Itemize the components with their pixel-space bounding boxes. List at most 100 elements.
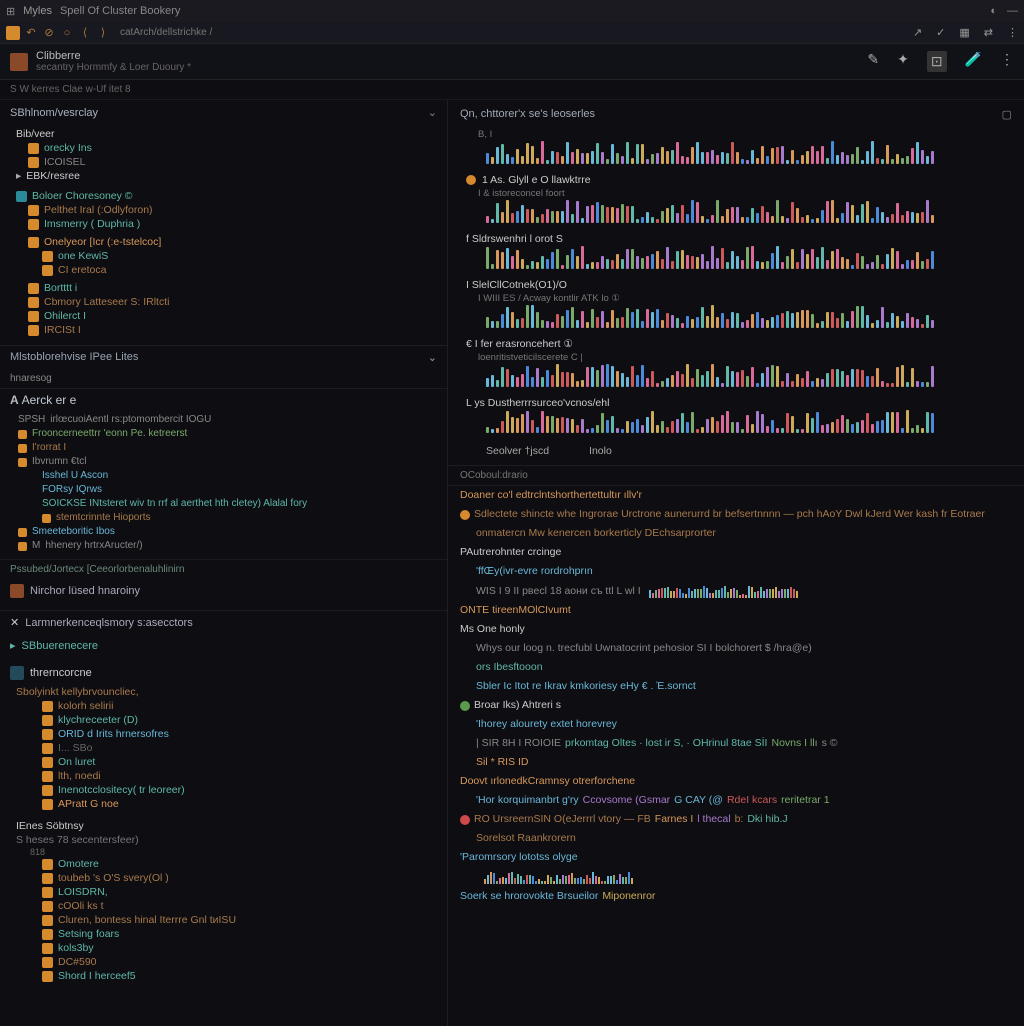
tree-item[interactable]: LOISDRN, [16,885,437,899]
code-line[interactable]: Frooncerneettrr 'eonn Pe. ketreerst [18,427,437,441]
tree-item[interactable]: cOOli ks t [16,899,437,913]
branch-root[interactable]: Sbolyinkt kellybrvouncliec, [16,685,437,699]
circle-icon[interactable]: ○ [60,27,74,39]
code-line[interactable]: I'rorrat I [18,441,437,455]
terminal-line: 'Paromrsory lototss olyge [448,848,1024,867]
tree-item[interactable]: Inenotcclositecy( tr leoreer) [16,783,437,797]
project-tree-header[interactable]: SBhlnom/vesrclay ⌄ [0,100,447,125]
code-line[interactable]: Smeeteboritic Ibos [18,525,437,539]
tree-item[interactable]: Bortttt i [16,281,437,295]
solver-button[interactable]: Seolver †jscd [486,445,549,457]
close-icon[interactable]: ▢ [1002,108,1012,121]
tree-item[interactable]: klychreceeter (D) [16,713,437,727]
tree-item[interactable]: Omotere [16,857,437,871]
code-line[interactable]: stemtcrinnte Hioports [18,511,437,525]
tree-item[interactable]: IRCISt I [16,323,437,337]
tree-item[interactable]: Pelthet Iral (:Odlyforon) [16,203,437,217]
code-line[interactable]: Isshel U Ascon [18,469,437,483]
tree-item[interactable]: toubeb 's O'S svery(Ol ) [16,871,437,885]
tree-item[interactable]: APratt G noe [16,797,437,811]
sparkline [448,306,1024,334]
tree-item[interactable]: kolorh selirii [16,699,437,713]
tree-item[interactable]: Ohilerct I [16,309,437,323]
sparkline [448,247,1024,275]
sparkle-icon[interactable]: ✦ [897,51,909,72]
globe-icon[interactable]: ⊘ [42,26,56,39]
project-icon[interactable] [6,26,20,40]
minimize-icon[interactable]: — [1007,5,1018,17]
user-avatar[interactable] [10,53,28,71]
terminal-line: Broar Iks) Ahtreri s [448,696,1024,715]
tree-item[interactable]: I... SBo [16,741,437,755]
terminal-line: Sorelsot Raankrorern [448,829,1024,848]
tree-item[interactable]: Cbmory Latteseer S: IRltcti [16,295,437,309]
tree-item[interactable]: Imsmerry ( Duphria ) [16,217,437,231]
breadcrumb[interactable]: S W kerres Clae w-Uf itet 8 [0,80,1024,100]
terminal-line: Sil * RIS ID [448,753,1024,772]
sub-header-3[interactable]: ▸ SBbuerenecere [0,634,447,657]
brace-icon[interactable]: ⟨ [78,26,92,39]
tree-item[interactable]: orecky Ins [16,141,437,155]
tree-item[interactable]: kols3by [16,941,437,955]
inolo-button[interactable]: Inolo [589,445,612,457]
group2-head[interactable]: Onelyeor [Icr (:e-tstelcoc] [16,235,437,249]
sub-header-2[interactable]: ✕Larmnerkenceqlsmory s:asecctors [0,611,447,634]
tree-item[interactable]: one KewiS [16,249,437,263]
chevron-down-icon[interactable]: ⌄ [428,106,437,119]
tree-item[interactable]: CI eretoca [16,263,437,277]
beaker-icon[interactable]: 🧪 [965,51,982,72]
layout-icon[interactable]: ⊡ [927,51,947,72]
status-dot-icon [466,175,476,185]
file-icon [42,701,53,712]
chart-label[interactable]: I SlelCllCotnek(O1)/O [448,275,1024,293]
mini-sparkline [484,870,633,884]
edit-icon[interactable]: ✎ [867,51,879,72]
tree-item[interactable]: ORID d Irits hrnersofres [16,727,437,741]
tree-item[interactable]: On luret [16,755,437,769]
ears-sub: S heses 78 secentersfeer) [16,833,437,847]
folder-icon [28,237,39,248]
chevron-down-icon[interactable]: ⌄ [428,351,437,364]
code-line[interactable]: Mhhenery hrtrxAructer/) [18,539,437,553]
tree-item[interactable]: Shord I herceef5 [16,969,437,983]
root-node[interactable]: Bib/veer [16,127,437,141]
tree-item[interactable]: DC#590 [16,955,437,969]
file-icon [42,743,53,754]
paren-icon[interactable]: ⟩ [96,26,110,39]
terminal-line: 'Hor korquimanbrt g'ryCcovsome (GsmarG C… [448,791,1024,810]
sub-header-1[interactable]: Nirchor lüsed hnaroiny [0,579,447,603]
more-icon[interactable]: ⋮ [1000,51,1014,72]
terminal-line: ONTE tireenMOlCIvumt [448,601,1024,620]
ebk-node[interactable]: ▸ EBK/resree [16,169,437,183]
tree-item[interactable]: lth, noedi [16,769,437,783]
code-line[interactable]: FORsy IQrws [18,483,437,497]
code-line[interactable]: SOICKSE INtsteret wiv tn rrf al aerthet … [18,497,437,511]
group1-head[interactable]: Boloer Choresoney © [16,189,437,203]
terminal-line: 'Ihorey alourety extet horevrey [448,715,1024,734]
chart-button-row: Seolver †jscd Inolo [448,439,1024,466]
bullet-icon [18,528,27,537]
tree-item[interactable]: Cluren, bontess hinal Iterrre Gnl tиISU [16,913,437,927]
chart-label[interactable]: 1 As. Glyll e O llawktrre [448,170,1024,188]
file-icon [42,265,53,276]
branch-header[interactable]: threrncorcne [0,661,447,685]
tree-item[interactable]: ICOISEL [16,155,437,169]
terminal-line: PAutrerohnter crcinge [448,543,1024,562]
terminal-line: Sbler Ic Itot re Ikrav kmkoriesy eHy € .… [448,677,1024,696]
ears-head[interactable]: IEnes Söbtnsy [16,819,437,833]
tool-icon-2[interactable]: ✓ [936,26,945,39]
bullet-icon [18,458,27,467]
chart-label[interactable]: € I fer erasroncehert ① [448,334,1024,352]
code-line[interactable]: SPSHirlœcuoiAentl rs:ptomombercit IOGU [18,413,437,427]
chart-label[interactable]: L ys Dustherrrsurceo'vcnos/ehl [448,393,1024,411]
tree-item[interactable]: Setsing foars [16,927,437,941]
mis-header[interactable]: Mlstoblorehvise IPee Lites⌄ [0,345,447,369]
tool-icon-4[interactable]: ⇄ [984,26,993,39]
chart-label[interactable]: f Sldrswenhri l orot S [448,229,1024,247]
nav-back-icon[interactable]: ↶ [24,26,38,39]
tool-icon-5[interactable]: ⋮ [1007,26,1018,39]
tool-icon-1[interactable]: ↗ [913,26,922,39]
tool-icon-3[interactable]: ▦ [959,26,969,39]
code-line[interactable]: Ibvrumn €tcl [18,455,437,469]
address-path[interactable]: catArch/dellstrichke / [120,27,212,38]
